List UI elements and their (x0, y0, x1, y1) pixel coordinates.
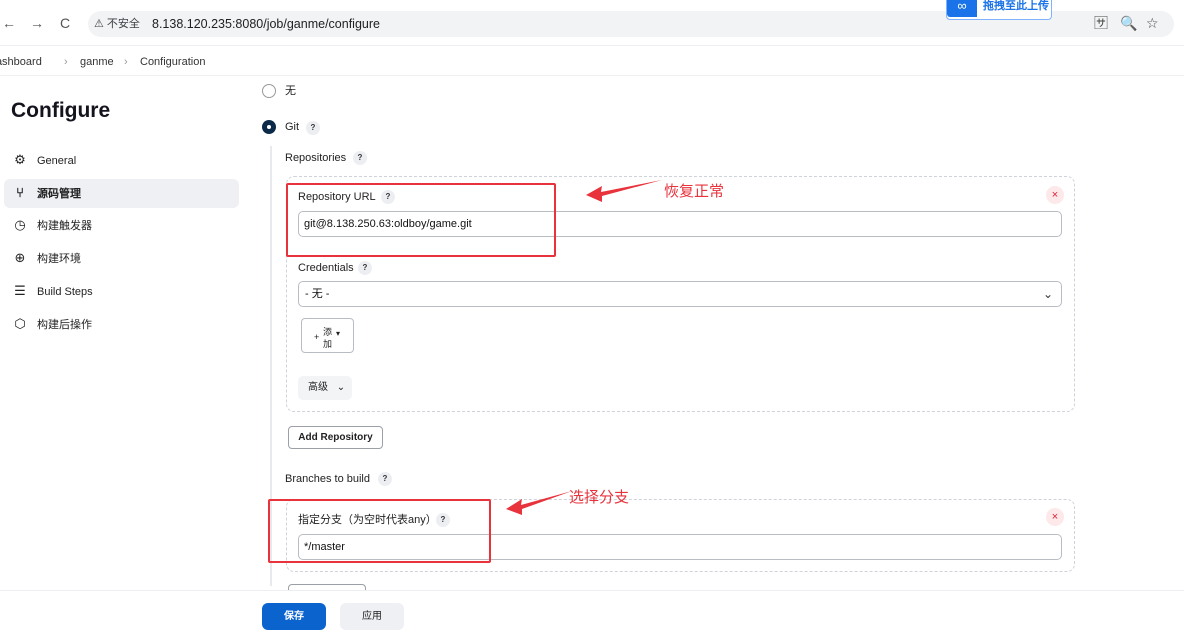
scm-git-label: Git (285, 121, 300, 133)
reload-icon[interactable]: C (60, 15, 70, 31)
plus-icon: + (314, 332, 320, 342)
sidebar-item-general[interactable]: ⚙ General (4, 146, 239, 175)
credentials-selected-value: - 无 - (305, 288, 330, 300)
sidebar-item-triggers[interactable]: ◷ 构建触发器 (4, 211, 239, 240)
apply-button[interactable]: 应用 (340, 603, 404, 630)
scm-none-label: 无 (285, 85, 296, 97)
cube-icon: ⬡ (14, 316, 26, 331)
breadcrumb: Dashboard › ganme › Configuration (0, 46, 1184, 76)
sidebar-item-post-build[interactable]: ⬡ 构建后操作 (4, 310, 239, 339)
remove-branch-icon[interactable]: × (1046, 508, 1064, 526)
help-icon[interactable]: ? (306, 121, 320, 135)
branch-icon: ⑂ (16, 185, 24, 200)
annotation-text-branch: 选择分支 (569, 489, 630, 506)
sidebar-item-build-steps[interactable]: ☰ Build Steps (4, 277, 239, 306)
bookmark-star-icon[interactable]: ☆ (1146, 15, 1159, 31)
add-credentials-button[interactable]: + 添 加 ▾ (301, 318, 354, 353)
form-actions-bar (0, 590, 1184, 640)
breadcrumb-job[interactable]: ganme (80, 55, 114, 69)
credentials-select[interactable]: - 无 - ⌄ (298, 281, 1062, 307)
sidebar-item-environment[interactable]: ⊕ 构建环境 (4, 244, 239, 273)
annotation-arrow-branch (506, 491, 572, 515)
add-button-label-2: 加 (323, 339, 333, 349)
breadcrumb-dashboard[interactable]: Dashboard (0, 55, 42, 69)
add-repository-button[interactable]: Add Repository (288, 426, 383, 449)
list-icon: ☰ (14, 283, 26, 298)
baidu-pan-icon: ∞ (947, 0, 977, 17)
sidebar-item-label: 构建环境 (37, 253, 81, 265)
chevron-down-icon: ⌄ (1042, 287, 1053, 301)
gear-icon: ⚙ (14, 152, 26, 167)
advanced-label: 高级 (308, 382, 328, 393)
chevron-right-icon: › (64, 56, 68, 68)
help-icon[interactable]: ? (353, 151, 367, 165)
annotation-text-repository: 恢复正常 (664, 183, 725, 200)
chevron-down-icon: ⌄ (336, 382, 346, 393)
back-icon[interactable]: ← (2, 15, 16, 31)
repositories-label: Repositories (285, 152, 347, 164)
credentials-label: Credentials (298, 262, 354, 274)
sidebar-item-label: 源码管理 (37, 188, 81, 200)
help-icon[interactable]: ? (378, 472, 392, 486)
sidebar-item-label: 构建触发器 (37, 220, 92, 232)
advanced-button[interactable]: 高级 ⌄ (298, 376, 352, 400)
url-text[interactable]: 8.138.120.235:8080/job/ganme/configure (152, 15, 380, 33)
zoom-icon[interactable]: 🔍 (1120, 15, 1137, 31)
help-icon[interactable]: ? (358, 261, 372, 275)
annotation-box-branch (268, 499, 491, 563)
breadcrumb-configuration[interactable]: Configuration (140, 55, 205, 69)
clock-icon: ◷ (14, 217, 26, 232)
remove-repository-icon[interactable]: × (1046, 186, 1064, 204)
globe-icon: ⊕ (14, 250, 26, 265)
sidebar-item-scm[interactable]: ⑂ 源码管理 (4, 179, 239, 208)
forward-icon[interactable]: → (30, 15, 44, 31)
sidebar-item-label: General (37, 155, 77, 167)
chevron-right-icon: › (124, 56, 128, 68)
scm-git-radio[interactable] (262, 120, 276, 134)
page-title: Configure (11, 99, 111, 122)
sidebar-item-label: 构建后操作 (37, 319, 92, 331)
annotation-box-repository (286, 183, 556, 257)
insecure-badge[interactable]: ⚠ 不安全 (94, 15, 140, 33)
upload-extension[interactable]: ∞ 拖拽至此上传 (946, 0, 1052, 20)
branches-label: Branches to build (285, 473, 370, 485)
save-button[interactable]: 保存 (262, 603, 326, 630)
caret-down-icon: ▾ (336, 329, 341, 338)
translate-icon[interactable]: 🈂 (1094, 15, 1108, 31)
scm-none-radio[interactable] (262, 84, 276, 98)
annotation-arrow-repository (586, 180, 662, 202)
sidebar-item-label: Build Steps (37, 286, 93, 298)
upload-extension-label: 拖拽至此上传 (983, 0, 1049, 12)
